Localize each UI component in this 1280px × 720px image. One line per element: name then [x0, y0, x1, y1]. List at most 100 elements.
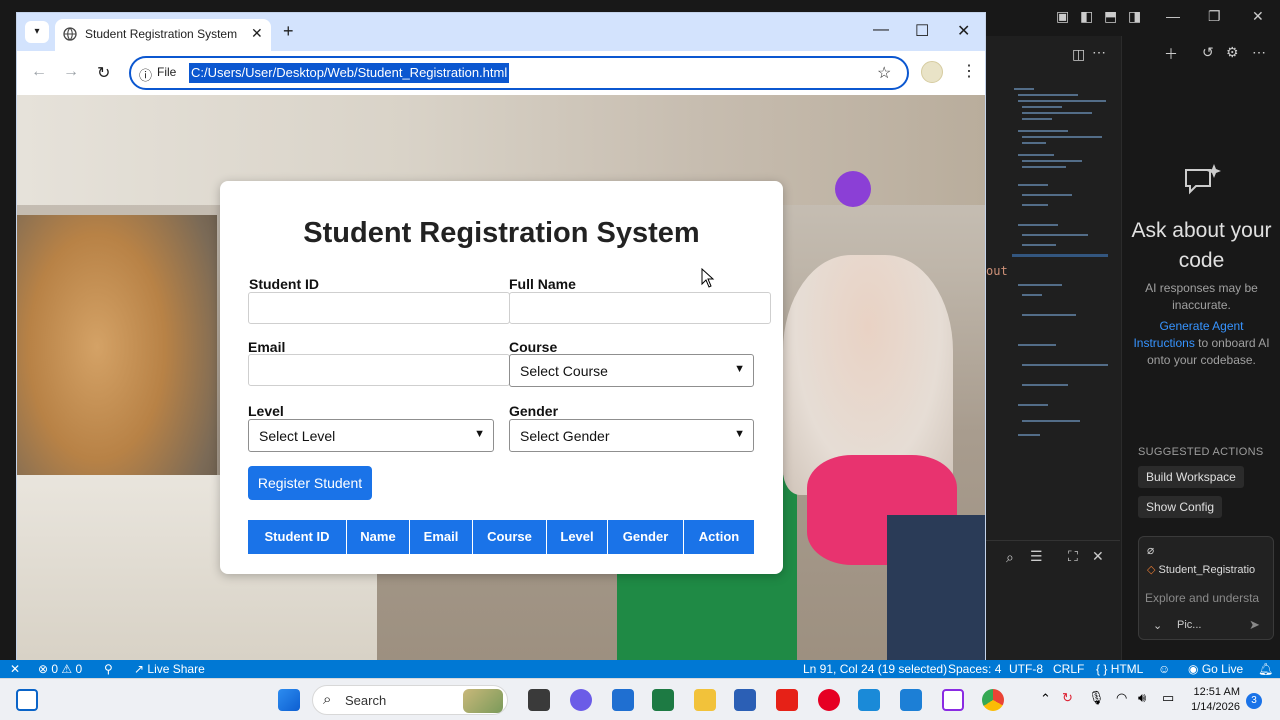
line-ending[interactable]: CRLF — [1053, 660, 1084, 678]
suggested-actions-heading: SUGGESTED ACTIONS — [1138, 446, 1264, 458]
level-select[interactable]: Select Level ▼ — [248, 419, 494, 452]
minimize-icon[interactable]: — — [873, 21, 889, 39]
volume-icon[interactable]: 🔊︎ — [1138, 690, 1146, 706]
chat-heading: Ask about your code — [1131, 219, 1272, 272]
filter-icon[interactable]: ☰ — [1030, 548, 1043, 565]
tab-search-button[interactable]: ▾ — [25, 21, 49, 43]
clock-date: 1/14/2026 — [1191, 701, 1240, 713]
full-name-input[interactable] — [509, 292, 771, 324]
panel-toggle-icon[interactable]: ⬒ — [1104, 8, 1117, 25]
chevron-down-icon: ▼ — [474, 428, 485, 440]
model-picker[interactable]: Pic... — [1177, 619, 1201, 631]
windows-taskbar: ⌕ Search ⌃ ↻ 🎙︎ ◠ 🔊︎ ▭ 12:51 AM 1/14/202… — [0, 678, 1280, 720]
level-label: Level — [248, 403, 284, 419]
student-id-input[interactable] — [248, 292, 510, 324]
reload-icon[interactable]: ↻ — [97, 63, 110, 83]
file-explorer-icon[interactable] — [694, 689, 716, 711]
widgets-icon[interactable] — [16, 689, 38, 711]
info-icon[interactable]: ⓘ — [139, 65, 152, 84]
live-share-button[interactable]: ↗ Live Share — [134, 660, 205, 678]
chat-disclaimer: AI responses may be inaccurate. Generate… — [1132, 280, 1271, 369]
cursor-position[interactable]: Ln 91, Col 24 (19 selected) — [803, 660, 947, 678]
register-student-button[interactable]: Register Student — [248, 466, 372, 500]
minimize-icon[interactable]: — — [1166, 8, 1180, 24]
problems-indicator[interactable]: ⊗ 0 ⚠ 0 — [38, 660, 82, 678]
chat-sparkle-icon — [1185, 164, 1221, 195]
task-view-icon[interactable] — [528, 689, 550, 711]
restore-icon[interactable]: ❐ — [1208, 8, 1221, 25]
scheme-chip[interactable]: File — [157, 65, 176, 79]
email-label: Email — [248, 339, 286, 355]
build-workspace-button[interactable]: Build Workspace — [1138, 466, 1244, 488]
more-icon[interactable]: ⋯ — [1252, 44, 1266, 61]
attached-file-name: Student_Registratio — [1158, 564, 1256, 576]
clock[interactable]: 12:51 AM 1/14/2026 — [1184, 685, 1240, 715]
indentation[interactable]: Spaces: 4 — [948, 660, 1001, 678]
gear-icon[interactable]: ⚙ — [1226, 44, 1239, 61]
menu-kebab-icon[interactable]: ⋮ — [961, 61, 977, 81]
search-icon[interactable]: ⌕ — [1006, 549, 1014, 566]
layout-toggle-icon[interactable]: ▣ — [1056, 8, 1069, 25]
url-text[interactable]: C:/Users/User/Desktop/Web/Student_Regist… — [189, 63, 510, 83]
error-count: 0 — [51, 662, 59, 676]
microphone-icon[interactable]: 🎙︎ — [1088, 690, 1105, 706]
excel-icon[interactable] — [652, 689, 674, 711]
close-window-icon[interactable]: ✕ — [957, 21, 970, 41]
maximize-panel-icon[interactable]: ⛶ — [1068, 548, 1078, 565]
pinterest-icon[interactable] — [818, 689, 840, 711]
notification-badge[interactable]: 3 — [1246, 693, 1262, 709]
battery-icon[interactable]: ▭ — [1162, 690, 1174, 706]
course-select[interactable]: Select Course ▼ — [509, 354, 754, 387]
wifi-icon[interactable]: ◠ — [1116, 690, 1127, 706]
close-panel-icon[interactable]: ✕ — [1092, 548, 1104, 565]
store-icon[interactable] — [612, 689, 634, 711]
browser-toolbar: ← → ↻ ⓘ File C:/Users/User/Desktop/Web/S… — [17, 51, 985, 95]
encoding[interactable]: UTF-8 — [1009, 660, 1043, 678]
tab-close-icon[interactable]: ✕ — [251, 25, 263, 42]
split-editor-icon[interactable]: ◫ — [1072, 46, 1085, 63]
send-icon[interactable]: ➤ — [1249, 617, 1260, 633]
remote-icon[interactable]: ✕ — [10, 660, 20, 678]
history-icon[interactable]: ↺ — [1202, 44, 1214, 61]
chat-input-box[interactable]: ⌀ ◇ Student_Registratio Explore and unde… — [1138, 536, 1274, 640]
language-mode[interactable]: { } HTML — [1096, 660, 1143, 678]
column-email: Email — [410, 520, 473, 554]
attached-file-chip[interactable]: ◇ Student_Registratio — [1147, 563, 1273, 576]
new-chat-icon[interactable]: ＋ — [1164, 44, 1178, 64]
go-live-button[interactable]: ◉ Go Live — [1188, 660, 1243, 678]
forward-arrow-icon[interactable]: → — [63, 63, 79, 81]
gender-select[interactable]: Select Gender ▼ — [509, 419, 754, 452]
word-icon[interactable] — [734, 689, 756, 711]
email-input[interactable] — [248, 354, 510, 386]
attach-icon[interactable]: ⌀ — [1147, 543, 1154, 557]
sidebar-toggle-icon[interactable]: ◧ — [1080, 8, 1093, 25]
show-config-button[interactable]: Show Config — [1138, 496, 1223, 518]
search-highlight-icon — [463, 689, 503, 713]
teams-icon[interactable] — [570, 689, 592, 711]
bookmark-star-icon[interactable]: ☆ — [877, 63, 891, 83]
chevron-down-icon[interactable]: ⌄ — [1153, 619, 1162, 632]
back-arrow-icon[interactable]: ← — [31, 63, 47, 81]
snipping-tool-icon[interactable] — [942, 689, 964, 711]
maximize-icon[interactable]: ☐ — [915, 21, 929, 41]
more-actions-icon[interactable]: ⋯ — [1092, 44, 1106, 61]
tab-student-registration[interactable]: Student Registration System ✕ — [55, 19, 271, 51]
port-icon[interactable]: ⚲ — [104, 660, 113, 678]
chevron-up-icon[interactable]: ⌃ — [1040, 691, 1051, 707]
close-icon[interactable]: ✕ — [1252, 8, 1264, 25]
start-windows-icon[interactable] — [278, 689, 300, 711]
minimap[interactable] — [1012, 84, 1108, 444]
youtube-icon[interactable] — [776, 689, 798, 711]
secondary-sidebar-toggle-icon[interactable]: ◨ — [1128, 8, 1141, 25]
sync-icon[interactable]: ↻ — [1062, 690, 1073, 706]
outlook-icon[interactable] — [858, 689, 880, 711]
profile-avatar[interactable] — [921, 61, 943, 83]
chrome-icon[interactable] — [982, 689, 1004, 711]
column-action: Action — [698, 529, 740, 544]
new-tab-button[interactable]: + — [283, 21, 294, 42]
notifications-icon[interactable]: 🔔︎ — [1258, 660, 1273, 678]
taskbar-search[interactable]: ⌕ Search — [312, 685, 508, 715]
vscode-icon[interactable] — [900, 689, 922, 711]
copilot-icon[interactable]: ☺ — [1158, 660, 1170, 678]
address-bar[interactable]: ⓘ File C:/Users/User/Desktop/Web/Student… — [129, 56, 909, 90]
